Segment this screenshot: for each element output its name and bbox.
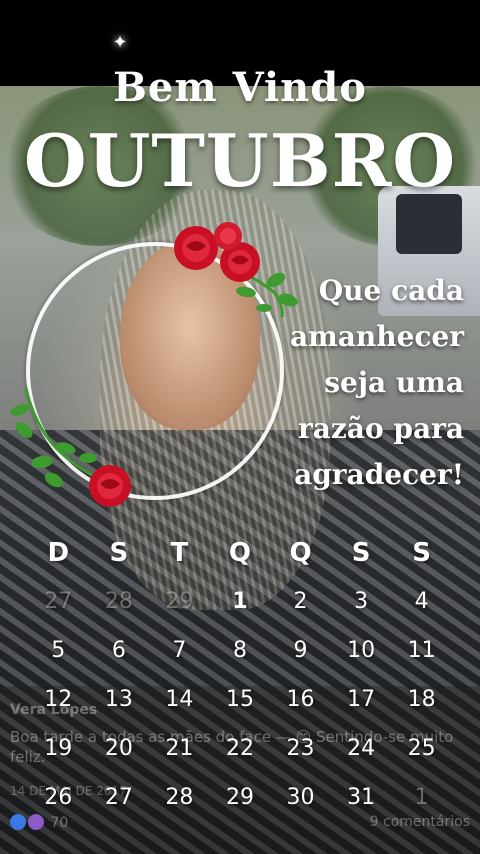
calendar-day: 19 bbox=[44, 736, 73, 761]
weekday-label: S bbox=[351, 537, 371, 568]
calendar-day: 28 bbox=[104, 589, 133, 614]
calendar-week: 12 13 14 15 16 17 18 bbox=[28, 675, 452, 724]
quote-line: Que cada bbox=[318, 274, 464, 307]
calendar-day: 27 bbox=[44, 589, 73, 614]
calendar-day: 6 bbox=[111, 638, 126, 663]
calendar-day: 31 bbox=[347, 785, 376, 810]
calendar-day: 23 bbox=[286, 736, 315, 761]
calendar-day: 25 bbox=[407, 736, 436, 761]
calendar-week: 5 6 7 8 9 10 11 bbox=[28, 626, 452, 675]
weekday-label: Q bbox=[289, 537, 312, 568]
quote-text: Que cada amanhecer seja uma razão para a… bbox=[290, 268, 464, 498]
calendar-day: 3 bbox=[354, 589, 369, 614]
calendar-day: 9 bbox=[293, 638, 308, 663]
calendar-day: 16 bbox=[286, 687, 315, 712]
calendar-day: 15 bbox=[225, 687, 254, 712]
calendar-day: 18 bbox=[407, 687, 436, 712]
calendar-day: 8 bbox=[232, 638, 247, 663]
quote-line: razão para bbox=[298, 412, 464, 445]
weekday-label: S bbox=[109, 537, 129, 568]
like-icon bbox=[10, 814, 26, 830]
calendar-day: 14 bbox=[165, 687, 194, 712]
weekday-label: D bbox=[47, 537, 70, 568]
calendar-week: 26 27 28 29 30 31 1 bbox=[28, 773, 452, 822]
calendar-day: 29 bbox=[225, 785, 254, 810]
calendar-day: 13 bbox=[104, 687, 133, 712]
calendar-week: 27 28 29 1 2 3 4 bbox=[28, 577, 452, 626]
weekday-label: S bbox=[412, 537, 432, 568]
calendar-day: 20 bbox=[104, 736, 133, 761]
calendar-day: 1 bbox=[232, 589, 248, 614]
quote-line: seja uma bbox=[324, 366, 464, 399]
calendar-day: 7 bbox=[172, 638, 187, 663]
calendar-day: 11 bbox=[407, 638, 436, 663]
sparkle-icon: ✦ bbox=[112, 32, 128, 53]
calendar-week: 19 20 21 22 23 24 25 bbox=[28, 724, 452, 773]
rose-icon bbox=[10, 387, 131, 507]
calendar-day: 22 bbox=[225, 736, 254, 761]
calendar: D S T Q Q S S 27 28 29 1 2 3 4 5 6 7 8 9… bbox=[28, 528, 452, 822]
weekday-label: T bbox=[170, 537, 189, 568]
rose-icon bbox=[174, 222, 298, 318]
calendar-day: 4 bbox=[414, 589, 429, 614]
car-window bbox=[396, 194, 462, 254]
weekday-label: Q bbox=[228, 537, 252, 568]
quote-line: agradecer! bbox=[294, 458, 464, 491]
calendar-day: 10 bbox=[347, 638, 376, 663]
welcome-title: Bem Vindo bbox=[113, 64, 367, 111]
calendar-day: 21 bbox=[165, 736, 194, 761]
calendar-day: 1 bbox=[414, 785, 429, 810]
greeting-card: ✦ Vera Lopes Boa tarde a todas as mães d… bbox=[0, 0, 480, 854]
calendar-day: 12 bbox=[44, 687, 73, 712]
month-title: OUTUBRO bbox=[23, 118, 457, 203]
calendar-day: 5 bbox=[51, 638, 66, 663]
calendar-day: 27 bbox=[104, 785, 133, 810]
calendar-weekday-row: D S T Q Q S S bbox=[28, 528, 452, 577]
calendar-day: 26 bbox=[44, 785, 73, 810]
calendar-day: 30 bbox=[286, 785, 315, 810]
calendar-day: 2 bbox=[293, 589, 308, 614]
calendar-day: 17 bbox=[347, 687, 376, 712]
calendar-day: 29 bbox=[165, 589, 194, 614]
calendar-day: 24 bbox=[347, 736, 376, 761]
calendar-day: 28 bbox=[165, 785, 194, 810]
quote-line: amanhecer bbox=[289, 320, 464, 353]
